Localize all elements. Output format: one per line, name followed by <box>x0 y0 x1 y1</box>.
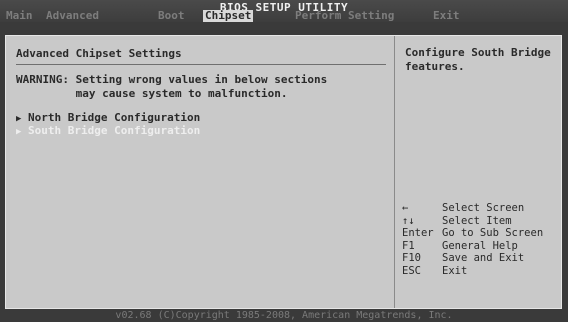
section-heading: Advanced Chipset Settings <box>16 47 182 60</box>
heading-divider <box>16 64 386 65</box>
key-row: ↑↓ Select Item <box>402 215 543 228</box>
key-desc: Exit <box>442 264 468 277</box>
bios-screen: BIOS SETUP UTILITY Main Advanced Boot Ch… <box>0 0 568 322</box>
help-pane: Configure South Bridge features. ← Select… <box>395 36 561 308</box>
tab-main[interactable]: Main <box>6 10 33 22</box>
key-row: ESC Exit <box>402 265 543 278</box>
key-desc: Go to Sub Screen <box>442 227 544 239</box>
menu-item-label: North Bridge Configuration <box>28 111 201 124</box>
key-name: ↑↓ <box>402 214 415 227</box>
key-desc: Save and Exit <box>442 252 525 264</box>
key-row: Enter Go to Sub Screen <box>402 227 543 240</box>
key-name: ESC <box>402 264 421 277</box>
key-desc: General Help <box>442 239 518 252</box>
key-desc: Select Screen <box>442 202 525 214</box>
key-row: F1 General Help <box>402 240 543 253</box>
key-row: F10 Save and Exit <box>402 252 543 265</box>
menu-item-south-bridge[interactable]: ▶ South Bridge Configuration <box>16 124 200 137</box>
tab-boot[interactable]: Boot <box>158 10 185 22</box>
warning-line-2: may cause system to malfunction. <box>16 87 288 100</box>
tab-exit[interactable]: Exit <box>433 10 460 22</box>
copyright-footer: v02.68 (C)Copyright 1985-2008, American … <box>115 310 453 321</box>
submenu-arrow-icon: ▶ <box>16 127 22 137</box>
key-name: F1 <box>402 239 415 252</box>
tab-perform-setting[interactable]: Perform Setting <box>295 10 394 22</box>
key-legend: ← Select Screen ↑↓ Select Item Enter Go to … <box>402 202 543 277</box>
warning-text: WARNING: Setting wrong values in below s… <box>16 73 327 101</box>
tab-chipset[interactable]: Chipset <box>203 10 254 22</box>
title-bar: BIOS SETUP UTILITY Main Advanced Boot Ch… <box>0 0 568 22</box>
key-name: F10 <box>402 252 421 264</box>
help-text: Configure South Bridge features. <box>405 46 551 73</box>
menu-item-north-bridge[interactable]: ▶ North Bridge Configuration <box>16 111 200 124</box>
main-panel: Advanced Chipset Settings WARNING: Setti… <box>5 35 562 309</box>
key-name: Enter <box>402 227 434 239</box>
submenu-arrow-icon: ▶ <box>16 114 22 124</box>
key-name: ← <box>402 202 409 214</box>
key-row: ← Select Screen <box>402 202 543 215</box>
settings-pane: Advanced Chipset Settings WARNING: Setti… <box>6 36 394 308</box>
key-desc: Select Item <box>442 214 512 227</box>
tab-bar: Main Advanced Boot Chipset Perform Setti… <box>0 10 568 22</box>
warning-line-1: WARNING: Setting wrong values in below s… <box>16 73 328 86</box>
tab-advanced[interactable]: Advanced <box>46 10 99 22</box>
menu-item-label: South Bridge Configuration <box>28 124 201 137</box>
